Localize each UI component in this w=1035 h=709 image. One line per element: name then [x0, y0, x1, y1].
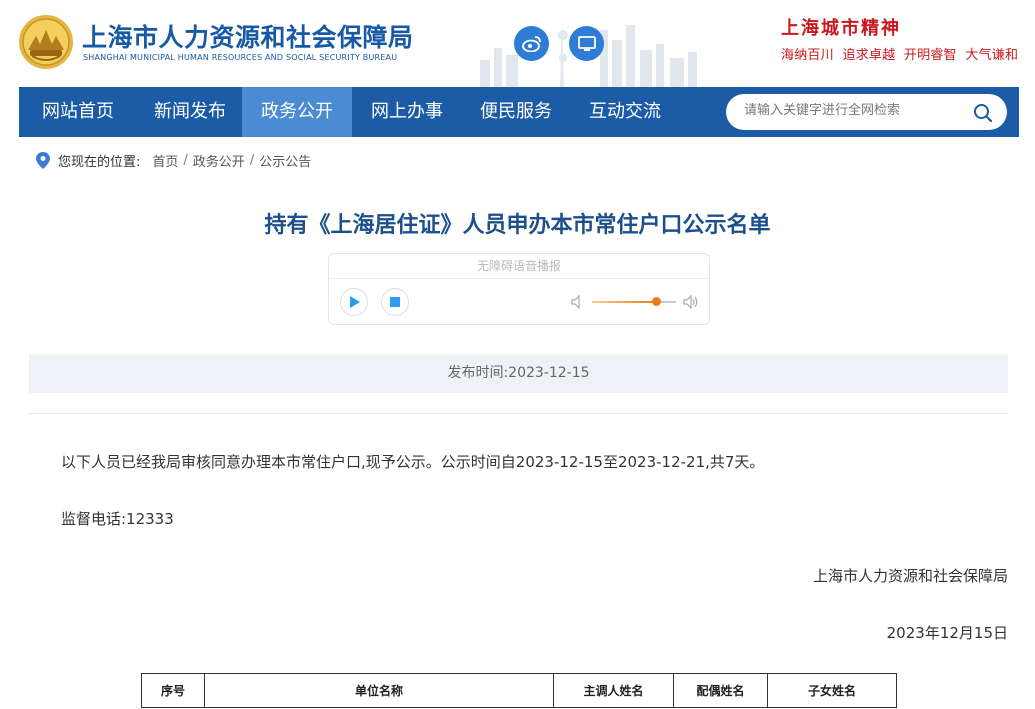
main-nav: 网站首页 新闻发布 政务公开 网上办事 便民服务 互动交流: [19, 87, 1019, 137]
breadcrumb-home[interactable]: 首页: [152, 151, 178, 170]
publish-time-label: 发布时间:: [447, 365, 509, 381]
volume-low-icon[interactable]: [571, 295, 585, 309]
monitor-icon: [577, 35, 596, 51]
publish-info-bar: 发布时间:2023-12-15: [29, 354, 1008, 393]
column-header-employer: 单位名称: [204, 673, 554, 708]
search-icon[interactable]: [973, 103, 993, 123]
breadcrumb-prefix: 您现在的位置:: [58, 154, 141, 170]
play-button[interactable]: [340, 288, 368, 316]
nav-item-news[interactable]: 新闻发布: [137, 87, 243, 137]
publish-time: 2023-12-15: [508, 365, 590, 381]
nav-item-online-services[interactable]: 网上办事: [352, 87, 462, 137]
volume-high-icon[interactable]: [683, 295, 699, 309]
stop-button[interactable]: [381, 288, 409, 316]
stop-icon: [390, 297, 400, 307]
content-divider: [29, 413, 1008, 414]
breadcrumb-separator: /: [183, 152, 188, 168]
org-name-en: SHANGHAI MUNICIPAL HUMAN RESOURCES AND S…: [83, 53, 398, 62]
site-header: 上海市人力资源和社会保障局 SHANGHAI MUNICIPAL HUMAN R…: [0, 0, 1035, 87]
column-header-spouse: 配偶姓名: [673, 673, 768, 708]
hotline-text: 监督电话:12333: [61, 510, 174, 528]
bureau-logo-icon[interactable]: [18, 14, 74, 70]
intro-paragraph: 以下人员已经我局审核同意办理本市常住户口,现予公示。公示时间自2023-12-1…: [61, 453, 765, 471]
play-icon: [350, 296, 360, 308]
column-header-children: 子女姓名: [767, 673, 897, 708]
breadcrumb-announcements[interactable]: 公示公告: [259, 151, 311, 170]
table-header-row: 序号 单位名称 主调人姓名 配偶姓名 子女姓名: [141, 673, 897, 708]
weibo-icon: [521, 36, 541, 52]
org-name-cn[interactable]: 上海市人力资源和社会保障局: [82, 18, 414, 54]
audio-player: 无障碍语音播报: [328, 253, 710, 325]
signature-date: 2023年12月15日: [886, 624, 1008, 642]
signature-org: 上海市人力资源和社会保障局: [812, 567, 1008, 585]
nav-item-interaction[interactable]: 互动交流: [570, 87, 680, 137]
breadcrumb-gov-affairs[interactable]: 政务公开: [193, 151, 245, 170]
city-spirit-title: 上海城市精神: [781, 18, 901, 39]
weibo-button[interactable]: [514, 26, 549, 61]
search-input[interactable]: [744, 103, 964, 118]
nav-item-gov-affairs[interactable]: 政务公开: [242, 87, 352, 137]
nav-item-public-services[interactable]: 便民服务: [462, 87, 570, 137]
page-title: 持有《上海居住证》人员申办本市常住户口公示名单: [264, 213, 771, 238]
applicant-table: 序号 单位名称 主调人姓名 配偶姓名 子女姓名: [141, 673, 897, 708]
breadcrumb: 您现在的位置: 首页 / 政务公开 / 公示公告: [36, 151, 311, 170]
volume-slider[interactable]: [592, 297, 676, 306]
column-header-index: 序号: [141, 673, 205, 708]
mobile-site-button[interactable]: [569, 26, 604, 61]
nav-item-home[interactable]: 网站首页: [19, 87, 137, 137]
volume-slider-fill: [592, 301, 656, 303]
breadcrumb-separator: /: [249, 152, 255, 168]
column-header-applicant: 主调人姓名: [553, 673, 674, 708]
audio-player-label: 无障碍语音播报: [329, 254, 709, 279]
location-pin-icon: [36, 151, 50, 169]
city-spirit-slogan: 海纳百川 追求卓越 开明睿智 大气谦和: [781, 48, 1019, 63]
search-box: [726, 94, 1007, 130]
volume-slider-thumb[interactable]: [651, 297, 661, 306]
